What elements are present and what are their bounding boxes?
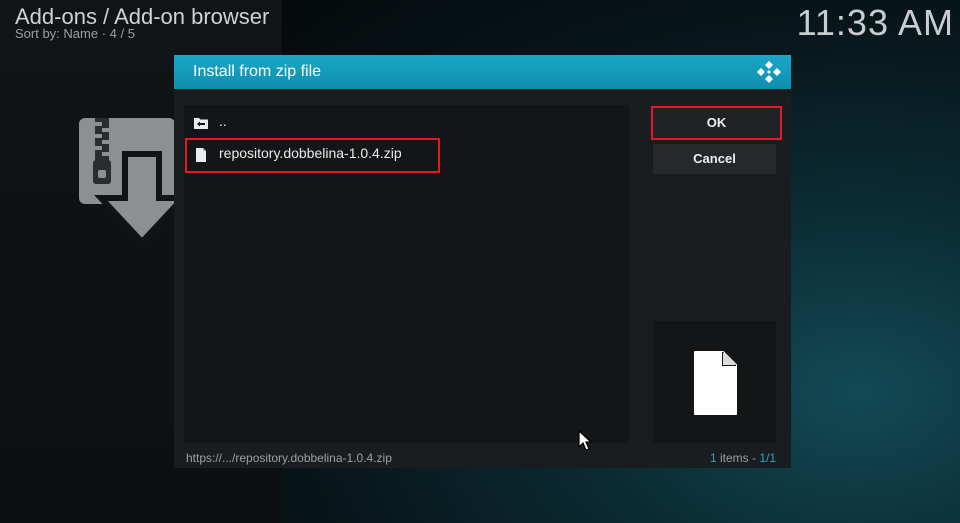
file-preview-icon: [694, 351, 737, 415]
zip-install-icon: [79, 118, 189, 242]
mouse-cursor-icon: [578, 430, 593, 451]
kodi-logo-icon: [757, 61, 781, 83]
item-count: 1: [709, 451, 717, 465]
list-item-label: ..: [219, 113, 227, 129]
dialog-title: Install from zip file: [193, 63, 322, 80]
cancel-button[interactable]: Cancel: [653, 144, 776, 174]
ok-button[interactable]: OK: [651, 106, 782, 140]
footer-item-count: 1 items - 1/1: [710, 451, 776, 465]
highlight-box-zip: [185, 138, 440, 173]
clock: 11:33 AM: [796, 2, 954, 43]
page-indicator: 1/1: [759, 451, 776, 465]
item-count-label: items -: [716, 451, 760, 465]
list-item-parent[interactable]: ..: [184, 107, 629, 137]
footer-path: https://.../repository.dobbelina-1.0.4.z…: [186, 451, 392, 465]
file-preview: [653, 321, 776, 443]
dialog-header: Install from zip file: [174, 55, 791, 89]
parent-folder-icon: [194, 118, 208, 129]
install-zip-dialog: Install from zip file .. repository.dobb…: [174, 55, 791, 468]
sort-info: Sort by: Name · 4 / 5: [15, 26, 135, 41]
